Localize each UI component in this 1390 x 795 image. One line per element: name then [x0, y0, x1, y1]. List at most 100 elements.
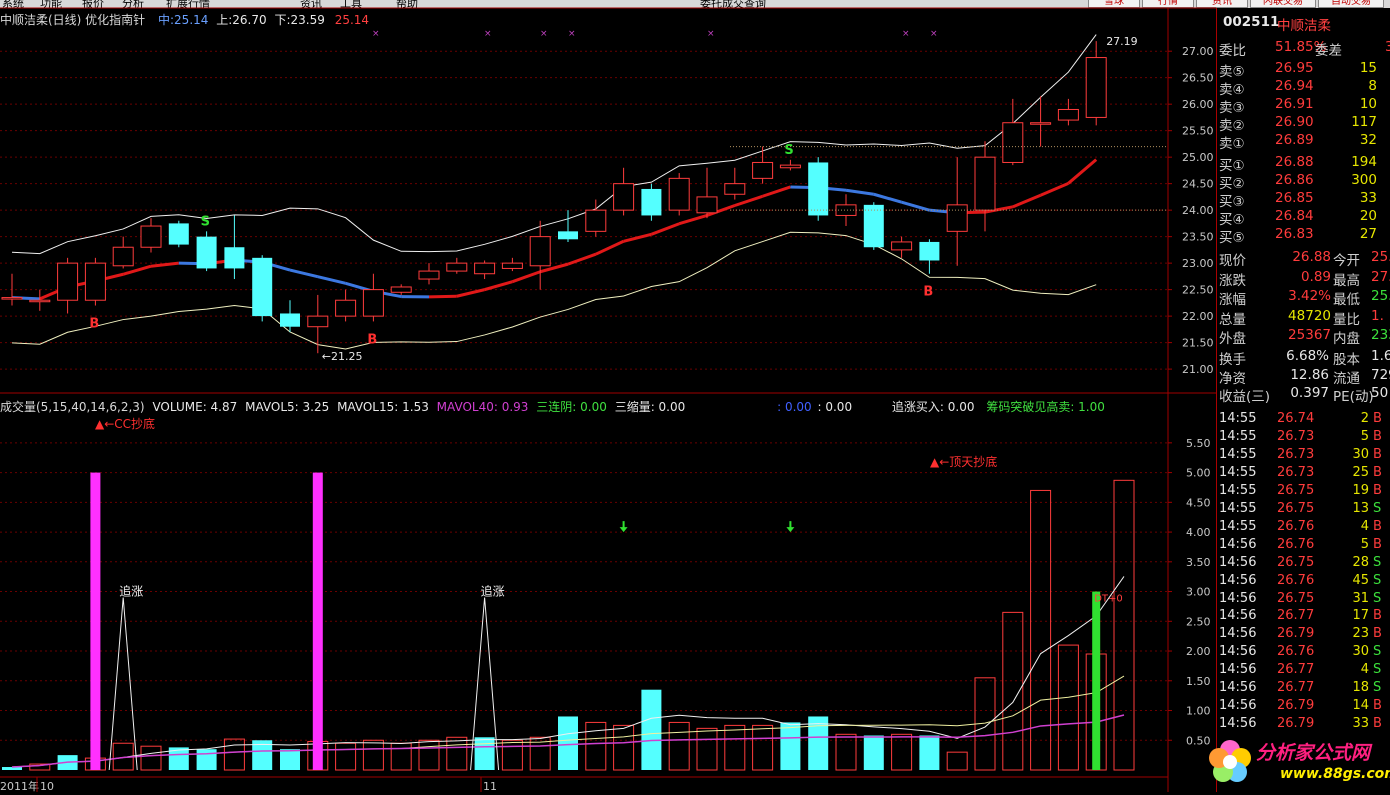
price-tick-label: 21.00: [1182, 363, 1214, 376]
volume-bar-up[interactable]: [669, 722, 689, 770]
candle-body-up[interactable]: [419, 271, 439, 279]
buy-level-5[interactable]: 买⑤ 26.83 27: [1217, 225, 1390, 244]
tick-row: 14:56 26.75 31 S: [1217, 591, 1390, 609]
candle-body-up[interactable]: [975, 157, 995, 210]
candle-body-up[interactable]: [141, 226, 161, 247]
candle-body-up[interactable]: [725, 184, 745, 195]
candle-body-up[interactable]: [308, 316, 328, 327]
candle-body-up[interactable]: [391, 287, 411, 292]
candle-body-up[interactable]: [1058, 109, 1078, 120]
candle-body-up[interactable]: [697, 197, 717, 213]
buy-level-2[interactable]: 买② 26.86 300: [1217, 171, 1390, 190]
candle-body-up[interactable]: [475, 263, 495, 274]
volume-bar-down[interactable]: [780, 722, 800, 770]
volume-bar-up[interactable]: [363, 740, 383, 770]
candle-body-up[interactable]: [1003, 123, 1023, 163]
volume-bar-up[interactable]: [1003, 612, 1023, 770]
volume-bar-up[interactable]: [447, 737, 467, 770]
buy-level-3[interactable]: 买③ 26.85 33: [1217, 189, 1390, 208]
candle-body-up[interactable]: [2, 298, 22, 300]
top-x-marker: ×: [707, 29, 715, 39]
candle-body-up[interactable]: [447, 263, 467, 271]
dt-label: DT+0: [1094, 594, 1123, 605]
volume-bar-up[interactable]: [725, 725, 745, 770]
low-price-label: ←21.25: [322, 350, 363, 363]
tick-row: 14:56 26.76 30 S: [1217, 644, 1390, 662]
volume-bar-up[interactable]: [614, 725, 634, 770]
volume-bar-down[interactable]: [641, 690, 661, 770]
candle-body-up[interactable]: [1086, 58, 1106, 118]
candle-body-down[interactable]: [224, 247, 244, 268]
volume-bar-down[interactable]: [2, 767, 22, 770]
candle-body-up[interactable]: [336, 300, 356, 316]
candle-body-up[interactable]: [753, 162, 773, 178]
volume-bar-up[interactable]: [586, 722, 606, 770]
volume-bar-up[interactable]: [1114, 480, 1134, 770]
sell-level-3[interactable]: 卖③ 26.91 10: [1217, 95, 1390, 114]
quote-fin-row: 换手 6.68% 股本 1.60: [1217, 347, 1390, 366]
volume-bar-up[interactable]: [1058, 645, 1078, 770]
volume-bar-down[interactable]: [808, 716, 828, 770]
sell-level-2[interactable]: 卖② 26.90 117: [1217, 113, 1390, 132]
middle-band-segment: [1013, 195, 1041, 207]
candle-body-up[interactable]: [1031, 123, 1051, 125]
candle-body-up[interactable]: [614, 184, 634, 210]
sell-level-4[interactable]: 卖④ 26.94 8: [1217, 77, 1390, 96]
buy-level-1[interactable]: 买① 26.88 194: [1217, 153, 1390, 172]
candle-body-up[interactable]: [502, 263, 522, 268]
volume-bar-up[interactable]: [419, 740, 439, 770]
candle-body-up[interactable]: [586, 210, 606, 231]
volume-bar-down[interactable]: [864, 736, 884, 771]
volume-bar-up[interactable]: [502, 740, 522, 770]
volume-bar-down[interactable]: [558, 716, 578, 770]
candle-body-down[interactable]: [252, 258, 272, 316]
top-button-trade[interactable]: 闪联交易: [1250, 0, 1316, 8]
sell-level-5[interactable]: 卖⑤ 26.95 15: [1217, 59, 1390, 78]
volume-bar-up[interactable]: [391, 743, 411, 770]
candle-body-up[interactable]: [30, 300, 50, 302]
candle-body-up[interactable]: [892, 242, 912, 250]
candle-body-up[interactable]: [669, 178, 689, 210]
price-tick-label: 22.50: [1182, 284, 1214, 297]
candle-body-down[interactable]: [558, 231, 578, 239]
sell-level-1[interactable]: 卖① 26.89 32: [1217, 131, 1390, 150]
tick-row: 14:55 26.73 25 B: [1217, 465, 1390, 483]
down-arrow-icon: [786, 521, 794, 532]
volume-bar-up[interactable]: [947, 752, 967, 770]
volume-bar-up[interactable]: [697, 728, 717, 770]
volume-bar-down[interactable]: [475, 737, 495, 770]
zhuizhang-label-2: 追涨: [481, 584, 505, 599]
volume-bar-up[interactable]: [336, 743, 356, 770]
candle-body-down[interactable]: [919, 242, 939, 261]
candle-body-up[interactable]: [780, 165, 800, 168]
volume-bar-down[interactable]: [280, 749, 300, 770]
candle-body-up[interactable]: [530, 237, 550, 266]
price-tick-label: 26.50: [1182, 72, 1214, 85]
price-tick-label: 23.50: [1182, 231, 1214, 244]
candle-body-up[interactable]: [113, 247, 133, 266]
volume-bar-up[interactable]: [224, 739, 244, 770]
quote-panel: 002511 中顺洁柔 委比 51.85% 委差 3 卖⑤ 26.95 15 卖…: [1216, 8, 1390, 792]
candle-body-down[interactable]: [864, 205, 884, 247]
candle-body-down[interactable]: [197, 237, 217, 269]
candle-body-up[interactable]: [58, 263, 78, 300]
volume-bar-up[interactable]: [141, 746, 161, 770]
candle-body-down[interactable]: [169, 223, 189, 244]
buy-level-4[interactable]: 买④ 26.84 20: [1217, 207, 1390, 226]
volume-bar-up[interactable]: [753, 725, 773, 770]
candle-body-down[interactable]: [808, 162, 828, 215]
candle-body-up[interactable]: [363, 290, 383, 316]
candle-body-up[interactable]: [85, 263, 105, 300]
volume-bar-up[interactable]: [836, 734, 856, 770]
volume-bar-down[interactable]: [197, 749, 217, 770]
volume-bar-down[interactable]: [919, 736, 939, 771]
stock-code-header[interactable]: 002511 中顺洁柔: [1217, 8, 1390, 36]
candle-body-down[interactable]: [280, 313, 300, 326]
candle-body-down[interactable]: [641, 189, 661, 215]
middle-band-segment: [902, 202, 930, 210]
volume-bar-up[interactable]: [892, 734, 912, 770]
chart-canvas[interactable]: 27.0026.5026.0025.5025.0024.5024.0023.50…: [0, 0, 1216, 792]
volume-tick-label: 1.50: [1186, 675, 1211, 688]
top-button-auto-trade[interactable]: 自动交易: [1318, 0, 1384, 8]
candle-body-up[interactable]: [947, 205, 967, 231]
